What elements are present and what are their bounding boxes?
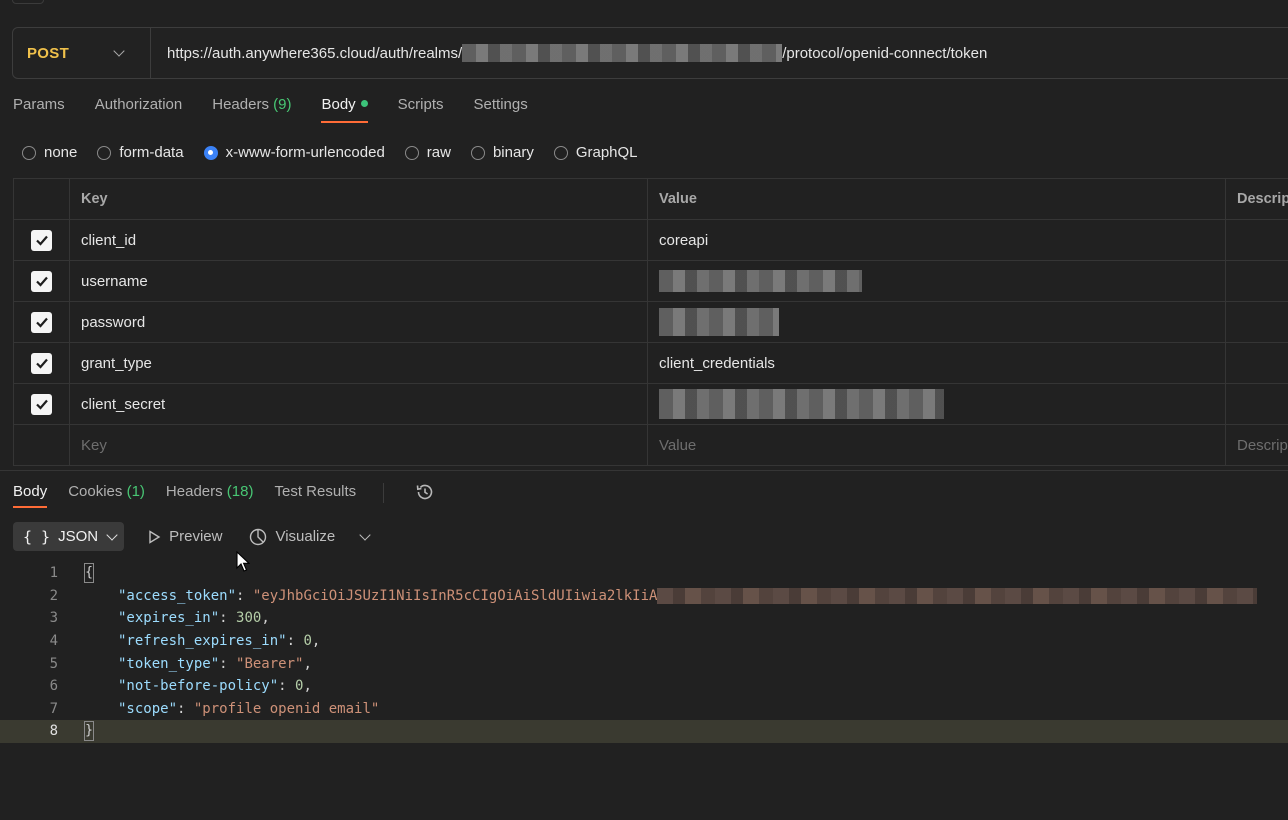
new-key-input[interactable]: Key [69, 425, 647, 465]
code-line-current: 8 } [0, 720, 1288, 743]
tab-cookies[interactable]: Cookies (1) [68, 483, 145, 508]
param-value[interactable] [647, 384, 1225, 424]
checkmark-icon [35, 317, 48, 328]
code-line: 6 "not-before-policy": 0, [49, 678, 312, 695]
headers-count: (9) [273, 96, 292, 113]
row-checkbox[interactable] [31, 229, 52, 251]
param-key[interactable]: grant_type [69, 343, 647, 383]
param-key[interactable]: username [69, 261, 647, 301]
response-json-viewer[interactable]: 1 { 2 "access_token": "eyJhbGciOiJSUzI1N… [0, 562, 1288, 743]
column-header-description: Descrip [1225, 179, 1288, 219]
row-checkbox[interactable] [31, 270, 52, 292]
param-description[interactable] [1225, 384, 1288, 424]
chevron-down-icon[interactable] [359, 528, 371, 541]
param-description[interactable] [1225, 302, 1288, 342]
play-icon [149, 529, 161, 544]
checkmark-icon [35, 399, 48, 410]
response-headers-count: (18) [226, 483, 254, 500]
param-description[interactable] [1225, 220, 1288, 260]
code-line: 2 "access_token": "eyJhbGciOiJSUzI1NiIsI… [0, 585, 1288, 608]
param-key[interactable]: password [69, 302, 647, 342]
url-input[interactable]: https://auth.anywhere365.cloud/auth/real… [151, 44, 987, 62]
new-description-input[interactable]: Descrip [1225, 425, 1288, 465]
code-line: 5 "token_type": "Bearer", [49, 655, 312, 672]
tab-response-headers[interactable]: Headers (18) [166, 483, 254, 508]
braces-icon: { } [23, 527, 51, 546]
response-toolbar: { } JSON Preview Visualize [13, 522, 371, 551]
url-suffix: /protocol/openid-connect/token [782, 44, 988, 62]
table-row: username [13, 261, 1288, 302]
column-header-value: Value [647, 179, 1225, 219]
redacted-token [657, 587, 1258, 604]
radio-binary[interactable]: binary [470, 144, 534, 161]
table-row: grant_type client_credentials [13, 343, 1288, 384]
redacted-value [659, 389, 944, 419]
tab-authorization[interactable]: Authorization [95, 96, 183, 123]
param-key[interactable]: client_secret [69, 384, 647, 424]
method-label: POST [27, 44, 70, 62]
chevron-down-icon [113, 45, 125, 57]
param-value[interactable]: coreapi [647, 220, 1225, 260]
tab-settings[interactable]: Settings [474, 96, 528, 123]
body-type-radios: none form-data x-www-form-urlencoded raw… [22, 144, 658, 161]
tab-body[interactable]: Body [321, 96, 368, 123]
param-value[interactable]: client_credentials [647, 343, 1225, 383]
new-value-input[interactable]: Value [647, 425, 1225, 465]
row-checkbox[interactable] [31, 393, 52, 415]
response-tabs: Body Cookies (1) Headers (18) Test Resul… [13, 483, 435, 508]
body-modified-dot [360, 100, 368, 108]
chevron-down-icon [106, 528, 118, 541]
code-line: 1 { [49, 563, 94, 584]
form-params-table: Key Value Descrip client_id coreapi user… [13, 178, 1288, 466]
top-button-stub [12, 0, 44, 4]
url-prefix: https://auth.anywhere365.cloud/auth/real… [167, 44, 463, 62]
code-line: 7 "scope": "profile openid email" [49, 700, 380, 717]
request-url-bar: POST https://auth.anywhere365.cloud/auth… [12, 27, 1288, 79]
checkmark-icon [35, 276, 48, 287]
table-row: client_id coreapi [13, 220, 1288, 261]
redacted-realm [462, 44, 783, 62]
format-label: JSON [58, 528, 99, 545]
visualize-icon [250, 528, 267, 545]
row-checkbox[interactable] [31, 311, 52, 333]
param-value[interactable] [647, 261, 1225, 301]
table-row: client_secret [13, 384, 1288, 425]
code-line: 3 "expires_in": 300, [49, 610, 270, 627]
tab-headers[interactable]: Headers (9) [212, 96, 291, 123]
radio-form-data[interactable]: form-data [97, 144, 184, 161]
preview-button[interactable]: Preview [146, 528, 222, 545]
checkmark-icon [35, 235, 48, 246]
table-row: password [13, 302, 1288, 343]
code-line: 4 "refresh_expires_in": 0, [49, 633, 321, 650]
column-header-key: Key [69, 179, 647, 219]
request-tabs: Params Authorization Headers (9) Body Sc… [13, 96, 528, 123]
row-checkbox[interactable] [31, 352, 52, 374]
radio-urlencoded[interactable]: x-www-form-urlencoded [203, 144, 385, 161]
param-description[interactable] [1225, 343, 1288, 383]
param-description[interactable] [1225, 261, 1288, 301]
cookies-count: (1) [126, 483, 145, 500]
radio-raw[interactable]: raw [404, 144, 451, 161]
param-key[interactable]: client_id [69, 220, 647, 260]
redacted-value [659, 308, 779, 336]
format-select[interactable]: { } JSON [13, 522, 125, 551]
checkmark-icon [35, 358, 48, 369]
radio-graphql[interactable]: GraphQL [553, 144, 638, 161]
table-row-new: Key Value Descrip [13, 425, 1288, 466]
tab-test-results[interactable]: Test Results [274, 483, 356, 508]
param-value[interactable] [647, 302, 1225, 342]
radio-none[interactable]: none [22, 144, 77, 161]
separator [383, 483, 385, 503]
tab-params[interactable]: Params [13, 96, 65, 123]
visualize-button[interactable]: Visualize [248, 527, 335, 547]
redacted-value [659, 270, 862, 292]
pane-divider[interactable] [0, 470, 1288, 471]
tab-response-body[interactable]: Body [13, 483, 48, 508]
tab-scripts[interactable]: Scripts [398, 96, 444, 123]
history-icon[interactable] [415, 482, 435, 502]
method-select[interactable]: POST [13, 28, 151, 78]
table-header-row: Key Value Descrip [13, 179, 1288, 220]
